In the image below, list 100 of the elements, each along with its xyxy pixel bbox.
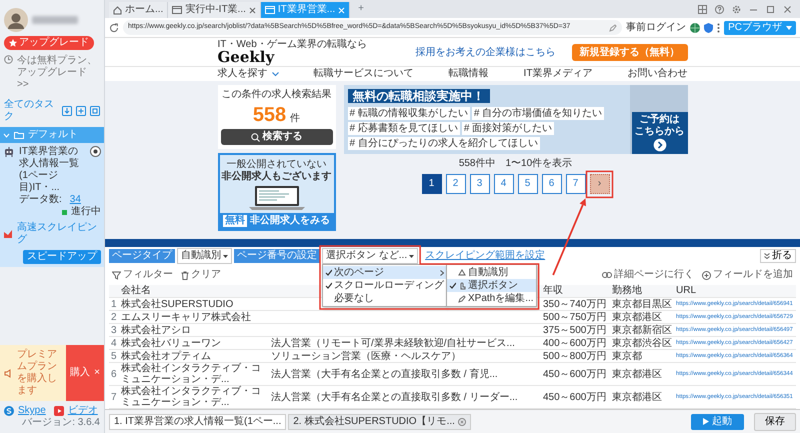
auto-icon bbox=[458, 268, 466, 276]
employer-link[interactable]: 採用をお考えの企業様はこちら bbox=[416, 46, 556, 58]
page-button[interactable]: 1 bbox=[422, 174, 442, 194]
search-icon bbox=[250, 132, 260, 142]
menu-item[interactable]: 選択ボタン bbox=[447, 279, 536, 292]
banner-cta: 非公開求人をみる bbox=[250, 215, 330, 227]
status-text: 進行中 bbox=[71, 206, 101, 218]
search-button[interactable]: 検索する bbox=[220, 129, 332, 145]
table-cell: 5 bbox=[109, 350, 119, 362]
browser-tab[interactable]: 実行中-IT業... bbox=[168, 2, 261, 18]
next-page-button[interactable]: › bbox=[590, 174, 610, 194]
shield-icon[interactable] bbox=[704, 22, 714, 32]
start-button[interactable]: 起動 bbox=[691, 414, 744, 430]
table-cell: 350～740万円 bbox=[541, 298, 610, 310]
nav-link[interactable]: お問い合わせ bbox=[627, 68, 688, 80]
caret-icon bbox=[786, 26, 792, 30]
range-link[interactable]: スクレイピング範囲を設定 bbox=[425, 250, 546, 262]
chevron-icon bbox=[3, 132, 10, 138]
close-icon[interactable] bbox=[248, 6, 256, 14]
pencil-icon[interactable] bbox=[609, 24, 618, 32]
column-header[interactable]: URL bbox=[674, 284, 796, 298]
table-cell: エムスリーキャリア株式会社 bbox=[119, 310, 269, 324]
task-tab[interactable]: 1. IT業界営業の求人情報一覧(1ペー... bbox=[109, 414, 286, 430]
reserve-badge[interactable]: ご予約は こちらから bbox=[632, 112, 688, 154]
premium-text: プレミアムプランを購入します bbox=[17, 349, 58, 397]
import-icon[interactable] bbox=[62, 106, 72, 116]
nav-link[interactable]: IT業界メディア bbox=[524, 68, 592, 80]
stop-icon[interactable] bbox=[90, 146, 101, 157]
save-button[interactable]: 保存 bbox=[754, 412, 796, 430]
upgrade-button[interactable]: アップグレード bbox=[4, 36, 94, 50]
check-icon bbox=[449, 282, 456, 289]
table-cell: ソリューション営業（医療・ヘルスケア） bbox=[269, 350, 541, 362]
column-header[interactable]: 勤務地 bbox=[610, 284, 674, 298]
page-button[interactable]: 2 bbox=[446, 174, 466, 194]
skype-icon[interactable] bbox=[4, 406, 14, 416]
export-icon[interactable] bbox=[90, 106, 100, 116]
close-icon[interactable] bbox=[783, 4, 792, 14]
nav-link[interactable]: 転職情報 bbox=[448, 68, 489, 80]
globe-icon[interactable] bbox=[690, 22, 700, 32]
filter-icon bbox=[112, 270, 121, 280]
results-title: この条件の求人検索結果 bbox=[220, 89, 332, 101]
more-icon[interactable] bbox=[717, 22, 720, 32]
page-button[interactable]: 5 bbox=[518, 174, 538, 194]
nav-link[interactable]: 転職サービスについて bbox=[314, 68, 414, 80]
count-unit: 件 bbox=[290, 113, 300, 125]
free-badge: 無料 bbox=[223, 215, 247, 227]
column-header[interactable]: 会社名 bbox=[119, 284, 269, 298]
task-tab[interactable]: 2. 株式会社SUPERSTUDIO【リモ... bbox=[288, 414, 471, 430]
caret-icon bbox=[409, 254, 414, 258]
maximize-icon[interactable] bbox=[766, 4, 775, 14]
menu-item[interactable]: XPathを編集... bbox=[447, 292, 536, 305]
login-link[interactable]: 事前ログイン bbox=[626, 22, 686, 34]
menu-item[interactable]: 必要なし bbox=[323, 292, 446, 305]
collapse-button[interactable]: 折る bbox=[760, 249, 796, 263]
table-cell: 6 bbox=[109, 362, 119, 386]
table-cell: 500～800万円 bbox=[541, 350, 610, 362]
menu-item[interactable]: スクロールローディング bbox=[323, 279, 446, 292]
consult-banner[interactable]: 無料の転職相談実施中！ # 転職の情報収集がしたい # 自分の市場価値を知りたい # 応募書類を見てほしい # 面接対策がしたい # 自分にぴったりの求人を紹介してほしい ご予約は こちらから bbox=[344, 85, 688, 154]
video-icon[interactable] bbox=[54, 406, 64, 416]
mode-text: 高速スクレイピング bbox=[17, 222, 98, 246]
avatar-icon bbox=[4, 8, 28, 32]
column-header[interactable]: 年収 bbox=[541, 284, 610, 298]
page-button[interactable]: 4 bbox=[494, 174, 514, 194]
toolbar-button[interactable]: フィールドを追加 bbox=[699, 269, 796, 281]
table-cell: 東京都港区 bbox=[610, 310, 674, 324]
menu-item[interactable]: 自動識別 bbox=[447, 266, 536, 279]
reload-icon[interactable] bbox=[109, 22, 119, 32]
buy-button[interactable]: 購入 bbox=[66, 345, 94, 401]
plan-link[interactable]: 今は無料プラン、アップグレード >> bbox=[17, 55, 100, 91]
topic-tag: # 面接対策がしたい bbox=[462, 122, 554, 136]
page-button[interactable]: 3 bbox=[470, 174, 490, 194]
help-icon[interactable] bbox=[715, 4, 724, 14]
link-icon bbox=[602, 272, 612, 278]
site-logo[interactable]: Geekly bbox=[218, 50, 367, 65]
table-cell: 法人営業（リモート可/業界未経験歓迎/自社サービス... bbox=[269, 336, 541, 350]
toolbar-button[interactable]: フィルター bbox=[109, 269, 176, 281]
task-title[interactable]: IT業界営業の求人情報一覧(1ページ目)IT・... bbox=[19, 146, 86, 194]
highlight-frame bbox=[586, 170, 614, 198]
page-button[interactable]: 6 bbox=[542, 174, 562, 194]
nav-link[interactable]: 求人を探す bbox=[218, 68, 278, 80]
trash-icon bbox=[181, 270, 189, 280]
page-button[interactable]: 7 bbox=[566, 174, 586, 194]
browser-tab[interactable]: ホーム... bbox=[109, 2, 168, 18]
add-circle-icon bbox=[702, 270, 711, 280]
new-tab-button[interactable]: + bbox=[350, 3, 372, 15]
home-icon bbox=[113, 6, 122, 14]
toolbar-button[interactable]: クリア bbox=[178, 269, 224, 281]
reserve-text: ご予約は bbox=[640, 114, 680, 126]
page-number-select[interactable]: 選択ボタン など... bbox=[322, 248, 418, 264]
table-cell: 東京都新宿区 bbox=[610, 324, 674, 336]
hidden-jobs-banner[interactable]: 一般公開されていない 非公開求人もございます 無料 非公開求人をみる bbox=[218, 153, 336, 231]
arrow-circle-icon bbox=[652, 138, 666, 152]
close-circle-icon[interactable] bbox=[458, 418, 466, 426]
settings-icon[interactable] bbox=[732, 4, 741, 14]
grid-icon[interactable] bbox=[698, 4, 707, 14]
page-type-select[interactable]: 自動識別 bbox=[177, 248, 232, 264]
close-button[interactable]: × bbox=[94, 345, 104, 401]
result-count: 558 bbox=[252, 105, 286, 125]
add-icon[interactable] bbox=[76, 106, 86, 116]
toolbar-button[interactable]: 詳細ページに行く bbox=[599, 269, 697, 281]
